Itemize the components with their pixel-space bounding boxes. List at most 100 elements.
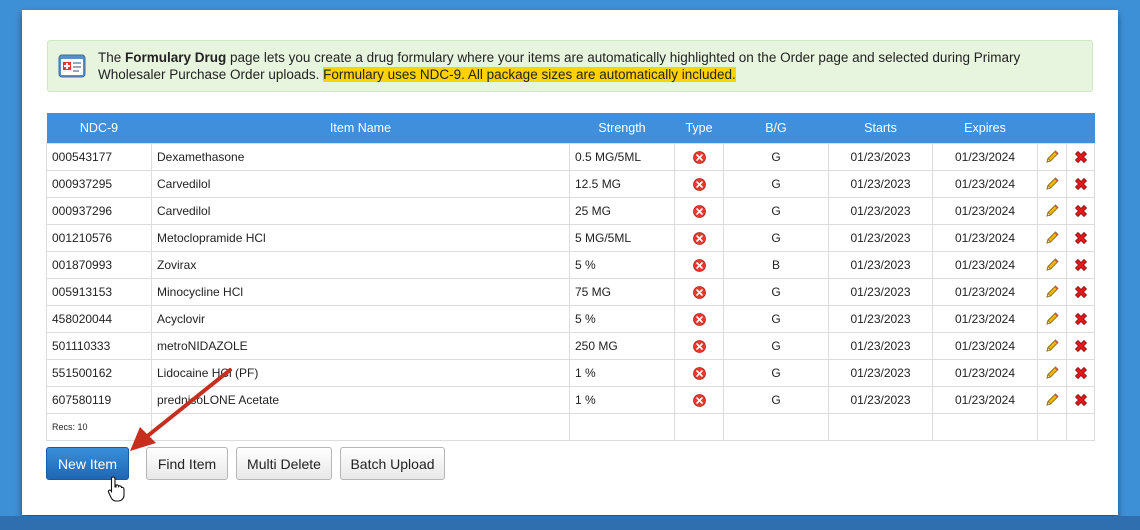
cell-expires: 01/23/2024 [932, 278, 1038, 306]
pencil-icon[interactable] [1044, 230, 1060, 244]
cell-starts: 01/23/2023 [828, 278, 933, 306]
cell-starts: 01/23/2023 [828, 197, 933, 225]
cell-strength: 5 MG/5ML [569, 224, 675, 252]
cell-bg: G [723, 386, 829, 414]
delete-x-icon[interactable] [1073, 284, 1089, 299]
cell-starts: 01/23/2023 [828, 386, 933, 414]
info-banner: The Formulary Drug page lets you create … [47, 40, 1093, 92]
cell-delete [1066, 197, 1095, 225]
cell-delete [1066, 170, 1095, 198]
cell-bg: G [723, 197, 829, 225]
cell-starts: 01/23/2023 [828, 170, 933, 198]
pencil-icon[interactable] [1044, 311, 1060, 325]
cell-strength: 250 MG [569, 332, 675, 360]
cell-ndc: 001870993 [46, 251, 152, 279]
cell-type [674, 278, 724, 306]
red-x-circle-icon [692, 150, 706, 165]
delete-x-icon[interactable] [1073, 230, 1089, 245]
col-header-item-name[interactable]: Item Name [151, 113, 570, 144]
cell-delete [1066, 359, 1095, 387]
cell-bg: G [723, 332, 829, 360]
cell-bg: G [723, 278, 829, 306]
pencil-icon[interactable] [1044, 284, 1060, 298]
cell-strength: 12.5 MG [569, 170, 675, 198]
cell-ndc: 000937295 [46, 170, 152, 198]
table-row: 000937295 Carvedilol 12.5 MG G 01/23/2023 01/… [46, 170, 1095, 198]
cell-bg: G [723, 143, 829, 171]
cell-type [674, 170, 724, 198]
pencil-icon[interactable] [1044, 365, 1060, 379]
cell-starts: 01/23/2023 [828, 305, 933, 333]
cell-bg: G [723, 359, 829, 387]
cell-starts: 01/23/2023 [828, 143, 933, 171]
cell-starts: 01/23/2023 [828, 332, 933, 360]
pencil-icon[interactable] [1044, 203, 1060, 217]
col-header-expires[interactable]: Expires [932, 113, 1038, 144]
table-row: 005913153 Minocycline HCl 75 MG G 01/23/2023… [46, 278, 1095, 306]
cell-type [674, 386, 724, 414]
cell-strength: 5 % [569, 251, 675, 279]
col-header-starts[interactable]: Starts [828, 113, 933, 144]
cell-ndc: 000543177 [46, 143, 152, 171]
cell-ndc: 501110333 [46, 332, 152, 360]
red-x-circle-icon [692, 258, 706, 273]
cell-item-name: Zovirax [151, 251, 570, 279]
cell-type [674, 224, 724, 252]
cell-ndc: 005913153 [46, 278, 152, 306]
table-row: 001210576 Metoclopramide HCl 5 MG/5ML G 01/2… [46, 224, 1095, 252]
delete-x-icon[interactable] [1073, 257, 1089, 272]
pencil-icon[interactable] [1044, 338, 1060, 352]
cell-bg: G [723, 305, 829, 333]
delete-x-icon[interactable] [1073, 365, 1089, 380]
cell-expires: 01/23/2024 [932, 170, 1038, 198]
cell-type [674, 143, 724, 171]
delete-x-icon[interactable] [1073, 149, 1089, 164]
cell-edit [1037, 278, 1067, 306]
cell-type [674, 305, 724, 333]
hand-cursor-icon [107, 476, 125, 502]
delete-x-icon[interactable] [1073, 203, 1089, 218]
cell-edit [1037, 251, 1067, 279]
formulary-icon [58, 54, 86, 78]
delete-x-icon[interactable] [1073, 176, 1089, 191]
delete-x-icon[interactable] [1073, 338, 1089, 353]
table-row: 001870993 Zovirax 5 % B 01/23/2023 01/23/2024 [46, 251, 1095, 279]
red-x-circle-icon [692, 204, 706, 219]
cell-expires: 01/23/2024 [932, 143, 1038, 171]
pencil-icon[interactable] [1044, 392, 1060, 406]
delete-x-icon[interactable] [1073, 311, 1089, 326]
col-header-ndc[interactable]: NDC-9 [46, 113, 152, 144]
pencil-icon[interactable] [1044, 257, 1060, 271]
info-message: The Formulary Drug page lets you create … [98, 50, 1021, 82]
cell-strength: 1 % [569, 359, 675, 387]
red-x-circle-icon [692, 312, 706, 327]
cell-item-name: Dexamethasone [151, 143, 570, 171]
col-header-type[interactable]: Type [674, 113, 724, 144]
col-header-strength[interactable]: Strength [569, 113, 675, 144]
red-x-circle-icon [692, 285, 706, 300]
pencil-icon[interactable] [1044, 176, 1060, 190]
cell-type [674, 332, 724, 360]
cell-edit [1037, 332, 1067, 360]
cell-expires: 01/23/2024 [932, 197, 1038, 225]
cell-delete [1066, 332, 1095, 360]
pencil-icon[interactable] [1044, 149, 1060, 163]
cell-delete [1066, 143, 1095, 171]
cell-item-name: Minocycline HCl [151, 278, 570, 306]
page-name: Formulary Drug [125, 50, 227, 65]
cell-item-name: Carvedilol [151, 170, 570, 198]
cell-strength: 0.5 MG/5ML [569, 143, 675, 171]
bottom-border [0, 516, 1140, 530]
multi-delete-button[interactable]: Multi Delete [236, 447, 332, 480]
table-row: 458020044 Acyclovir 5 % G 01/23/2023 01/23/20… [46, 305, 1095, 333]
table-row: 000543177 Dexamethasone 0.5 MG/5ML G 01/23/2… [46, 143, 1095, 171]
cell-edit [1037, 386, 1067, 414]
cell-delete [1066, 251, 1095, 279]
batch-upload-button[interactable]: Batch Upload [340, 447, 445, 480]
cell-strength: 25 MG [569, 197, 675, 225]
cell-strength: 5 % [569, 305, 675, 333]
cell-bg: B [723, 251, 829, 279]
cell-strength: 1 % [569, 386, 675, 414]
col-header-bg[interactable]: B/G [723, 113, 829, 144]
delete-x-icon[interactable] [1073, 392, 1089, 407]
